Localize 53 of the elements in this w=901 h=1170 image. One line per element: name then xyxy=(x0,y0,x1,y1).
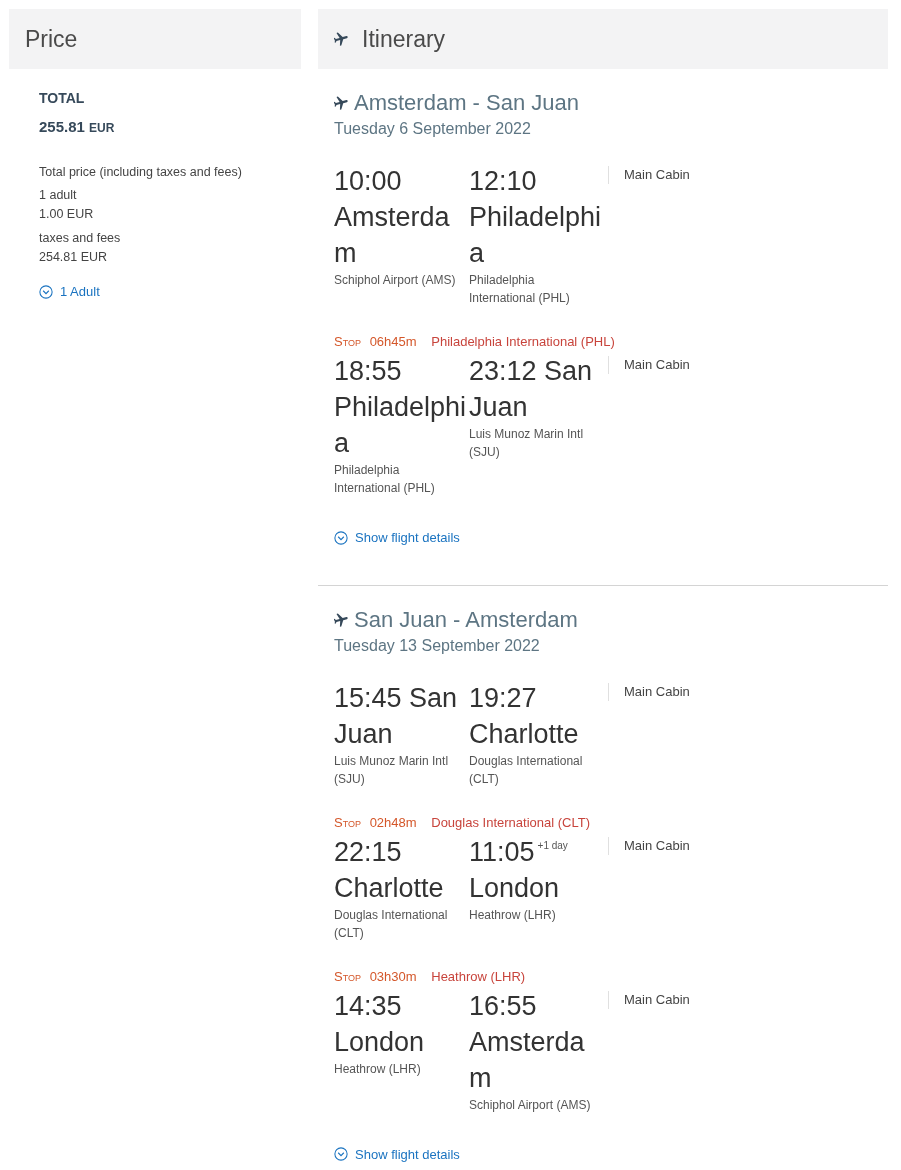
route-title: Amsterdam - San Juan xyxy=(354,90,579,116)
departure-time-and-city: 22:15 Charlotte xyxy=(334,835,445,905)
airport-name: Philadelphia International (PHL) xyxy=(334,462,436,497)
fare-amount: 1.00 EUR xyxy=(39,206,95,223)
plane-icon xyxy=(334,32,348,46)
cabin-class: Main Cabin xyxy=(608,166,690,184)
departure-time-and-city: 14:35 London xyxy=(334,989,426,1059)
arrival-time-and-city: 23:12 San Juan xyxy=(469,355,594,424)
arrival-time-and-city: 12:10 Philadelphia xyxy=(469,165,603,270)
fare-amount: 254.81 EUR xyxy=(39,249,109,266)
fare-label: 1 adult xyxy=(39,187,78,204)
travel-date: Tuesday 13 September 2022 xyxy=(334,635,541,656)
departure-time-and-city: 15:45 San Juan xyxy=(334,681,459,751)
airport-name: Philadelphia International (PHL) xyxy=(469,272,571,307)
cabin-class: Main Cabin xyxy=(608,682,690,701)
airport-name: Heathrow (LHR) xyxy=(334,1060,422,1078)
airport-name: Luis Munoz Marin Intl (SJU) xyxy=(334,752,450,788)
cabin-class: Main Cabin xyxy=(608,356,690,374)
departure-time-and-city: 18:55 Philadelphia xyxy=(334,355,468,460)
plane-icon xyxy=(334,612,348,627)
arrival-time-and-city: 16:55 Amsterdam xyxy=(469,989,586,1095)
cabin-class: Main Cabin xyxy=(608,836,690,855)
flight-details-link[interactable]: Show flight details xyxy=(334,1146,460,1162)
stop-duration: 02h48m xyxy=(369,814,417,830)
stop-airport: Douglas International (CLT) xyxy=(431,814,590,830)
fare-label: taxes and fees xyxy=(39,230,122,247)
flight-details-link[interactable]: Show flight details xyxy=(334,530,460,545)
stop-airport: Heathrow (LHR) xyxy=(431,968,526,984)
passengers-link[interactable]: 1 Adult xyxy=(39,284,100,299)
panel-title: Price xyxy=(25,25,78,53)
airport-name: Luis Munoz Marin Intl (SJU) xyxy=(469,426,585,461)
stop-label: Stop xyxy=(334,968,361,984)
airport-name: Douglas International (CLT) xyxy=(469,752,584,788)
stop-duration: 06h45m xyxy=(369,334,417,349)
price-description: Total price (including taxes and fees) xyxy=(39,164,243,181)
airport-name: Douglas International (CLT) xyxy=(334,906,449,942)
stop-label: Stop xyxy=(334,334,361,349)
stop-duration: 03h30m xyxy=(369,968,417,984)
departure-time-and-city: 10:00 Amsterdam xyxy=(334,165,451,270)
airport-name: Heathrow (LHR) xyxy=(469,906,557,924)
panel-title: Itinerary xyxy=(362,25,446,53)
arrival-time-and-city: 19:27 Charlotte xyxy=(469,681,580,751)
travel-date: Tuesday 6 September 2022 xyxy=(334,119,532,139)
route-title: San Juan - Amsterdam xyxy=(354,606,578,633)
airport-name: Schiphol Airport (AMS) xyxy=(334,272,457,289)
total-price: 255.81 EUR xyxy=(39,118,116,137)
total-label: TOTAL xyxy=(39,89,86,107)
stop-label: Stop xyxy=(334,814,361,830)
cabin-class: Main Cabin xyxy=(608,990,690,1009)
arrival-time-and-city: 11:05$^{+1 day}$ London xyxy=(469,835,569,905)
plane-icon xyxy=(334,96,348,110)
stop-airport: Philadelphia International (PHL) xyxy=(431,334,615,349)
airport-name: Schiphol Airport (AMS) xyxy=(469,1096,592,1114)
